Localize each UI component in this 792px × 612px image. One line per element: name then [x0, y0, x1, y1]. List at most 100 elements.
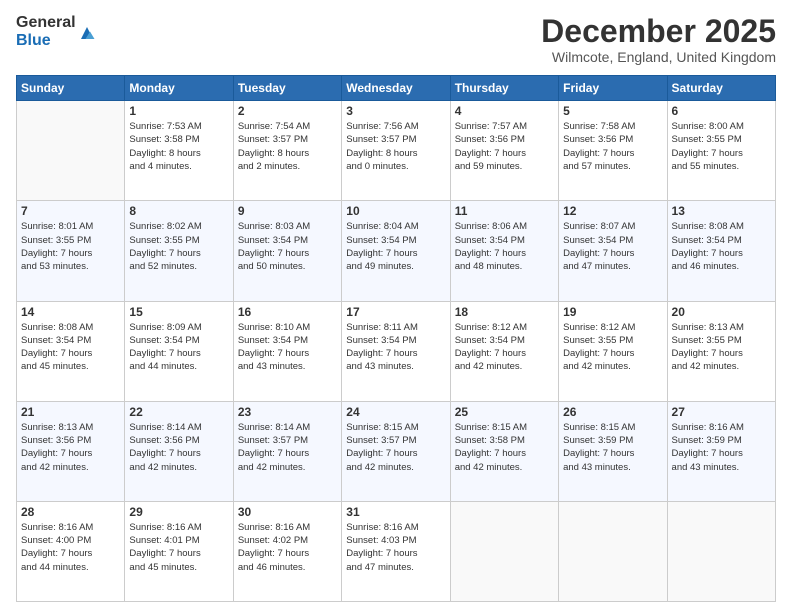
day-number: 27	[672, 405, 771, 419]
page: General Blue December 2025 Wilmcote, Eng…	[0, 0, 792, 612]
calendar-day-cell: 9 Sunrise: 8:03 AM Sunset: 3:54 PM Daylig…	[233, 201, 341, 301]
day-info: Sunrise: 7:58 AM Sunset: 3:56 PM Dayligh…	[563, 120, 662, 173]
calendar-week-row: 28 Sunrise: 8:16 AM Sunset: 4:00 PM Dayli…	[17, 501, 776, 601]
logo-general-text: General	[16, 14, 76, 32]
calendar-day-cell: 29 Sunrise: 8:16 AM Sunset: 4:01 PM Dayli…	[125, 501, 233, 601]
day-of-week-header: Wednesday	[342, 76, 450, 101]
calendar-day-cell	[559, 501, 667, 601]
day-info: Sunrise: 8:08 AM Sunset: 3:54 PM Dayligh…	[672, 220, 771, 273]
day-number: 24	[346, 405, 445, 419]
day-info: Sunrise: 8:16 AM Sunset: 4:00 PM Dayligh…	[21, 521, 120, 574]
calendar-day-cell: 8 Sunrise: 8:02 AM Sunset: 3:55 PM Daylig…	[125, 201, 233, 301]
day-info: Sunrise: 8:16 AM Sunset: 4:01 PM Dayligh…	[129, 521, 228, 574]
day-info: Sunrise: 7:54 AM Sunset: 3:57 PM Dayligh…	[238, 120, 337, 173]
calendar-day-cell: 23 Sunrise: 8:14 AM Sunset: 3:57 PM Dayli…	[233, 401, 341, 501]
calendar-day-cell: 10 Sunrise: 8:04 AM Sunset: 3:54 PM Dayli…	[342, 201, 450, 301]
calendar-week-row: 14 Sunrise: 8:08 AM Sunset: 3:54 PM Dayli…	[17, 301, 776, 401]
day-number: 23	[238, 405, 337, 419]
calendar-week-row: 7 Sunrise: 8:01 AM Sunset: 3:55 PM Daylig…	[17, 201, 776, 301]
day-info: Sunrise: 8:16 AM Sunset: 4:02 PM Dayligh…	[238, 521, 337, 574]
calendar-day-cell: 20 Sunrise: 8:13 AM Sunset: 3:55 PM Dayli…	[667, 301, 775, 401]
day-number: 9	[238, 204, 337, 218]
day-of-week-header: Monday	[125, 76, 233, 101]
calendar-table: SundayMondayTuesdayWednesdayThursdayFrid…	[16, 75, 776, 602]
day-info: Sunrise: 7:56 AM Sunset: 3:57 PM Dayligh…	[346, 120, 445, 173]
calendar-day-cell: 14 Sunrise: 8:08 AM Sunset: 3:54 PM Dayli…	[17, 301, 125, 401]
day-info: Sunrise: 8:15 AM Sunset: 3:57 PM Dayligh…	[346, 421, 445, 474]
day-number: 15	[129, 305, 228, 319]
day-info: Sunrise: 7:57 AM Sunset: 3:56 PM Dayligh…	[455, 120, 554, 173]
calendar-day-cell: 19Sunrise: 8:12 AM Sunset: 3:55 PM Dayli…	[559, 301, 667, 401]
day-info: Sunrise: 8:04 AM Sunset: 3:54 PM Dayligh…	[346, 220, 445, 273]
calendar-day-cell: 28 Sunrise: 8:16 AM Sunset: 4:00 PM Dayli…	[17, 501, 125, 601]
calendar-day-cell: 2 Sunrise: 7:54 AM Sunset: 3:57 PM Daylig…	[233, 101, 341, 201]
day-info: Sunrise: 8:03 AM Sunset: 3:54 PM Dayligh…	[238, 220, 337, 273]
day-info: Sunrise: 8:16 AM Sunset: 3:59 PM Dayligh…	[672, 421, 771, 474]
header-row: SundayMondayTuesdayWednesdayThursdayFrid…	[17, 76, 776, 101]
calendar-day-cell: 22 Sunrise: 8:14 AM Sunset: 3:56 PM Dayli…	[125, 401, 233, 501]
day-number: 18	[455, 305, 554, 319]
calendar-day-cell: 3Sunrise: 7:56 AM Sunset: 3:57 PM Daylig…	[342, 101, 450, 201]
day-info: Sunrise: 8:14 AM Sunset: 3:57 PM Dayligh…	[238, 421, 337, 474]
calendar-day-cell: 1 Sunrise: 7:53 AM Sunset: 3:58 PM Daylig…	[125, 101, 233, 201]
calendar-day-cell: 17 Sunrise: 8:11 AM Sunset: 3:54 PM Dayli…	[342, 301, 450, 401]
day-of-week-header: Saturday	[667, 76, 775, 101]
day-number: 2	[238, 104, 337, 118]
day-info: Sunrise: 8:15 AM Sunset: 3:58 PM Dayligh…	[455, 421, 554, 474]
day-number: 4	[455, 104, 554, 118]
day-info: Sunrise: 8:16 AM Sunset: 4:03 PM Dayligh…	[346, 521, 445, 574]
day-number: 11	[455, 204, 554, 218]
day-info: Sunrise: 8:13 AM Sunset: 3:55 PM Dayligh…	[672, 321, 771, 374]
day-number: 8	[129, 204, 228, 218]
calendar-day-cell: 31Sunrise: 8:16 AM Sunset: 4:03 PM Dayli…	[342, 501, 450, 601]
day-info: Sunrise: 8:12 AM Sunset: 3:55 PM Dayligh…	[563, 321, 662, 374]
day-info: Sunrise: 8:13 AM Sunset: 3:56 PM Dayligh…	[21, 421, 120, 474]
day-number: 30	[238, 505, 337, 519]
calendar-day-cell: 6Sunrise: 8:00 AM Sunset: 3:55 PM Daylig…	[667, 101, 775, 201]
calendar-day-cell: 11 Sunrise: 8:06 AM Sunset: 3:54 PM Dayli…	[450, 201, 558, 301]
day-number: 7	[21, 204, 120, 218]
day-info: Sunrise: 8:11 AM Sunset: 3:54 PM Dayligh…	[346, 321, 445, 374]
day-info: Sunrise: 7:53 AM Sunset: 3:58 PM Dayligh…	[129, 120, 228, 173]
day-info: Sunrise: 8:09 AM Sunset: 3:54 PM Dayligh…	[129, 321, 228, 374]
calendar-day-cell: 15 Sunrise: 8:09 AM Sunset: 3:54 PM Dayli…	[125, 301, 233, 401]
calendar-day-cell: 12Sunrise: 8:07 AM Sunset: 3:54 PM Dayli…	[559, 201, 667, 301]
calendar-day-cell: 4 Sunrise: 7:57 AM Sunset: 3:56 PM Daylig…	[450, 101, 558, 201]
header: General Blue December 2025 Wilmcote, Eng…	[16, 14, 776, 65]
day-number: 14	[21, 305, 120, 319]
day-number: 26	[563, 405, 662, 419]
calendar-day-cell: 5 Sunrise: 7:58 AM Sunset: 3:56 PM Daylig…	[559, 101, 667, 201]
calendar-day-cell: 25Sunrise: 8:15 AM Sunset: 3:58 PM Dayli…	[450, 401, 558, 501]
location: Wilmcote, England, United Kingdom	[541, 49, 776, 65]
day-number: 22	[129, 405, 228, 419]
day-number: 21	[21, 405, 120, 419]
calendar-day-cell: 21 Sunrise: 8:13 AM Sunset: 3:56 PM Dayli…	[17, 401, 125, 501]
day-info: Sunrise: 8:14 AM Sunset: 3:56 PM Dayligh…	[129, 421, 228, 474]
month-title: December 2025	[541, 14, 776, 49]
day-number: 17	[346, 305, 445, 319]
day-number: 10	[346, 204, 445, 218]
calendar-day-cell: 27 Sunrise: 8:16 AM Sunset: 3:59 PM Dayli…	[667, 401, 775, 501]
day-number: 29	[129, 505, 228, 519]
day-info: Sunrise: 8:02 AM Sunset: 3:55 PM Dayligh…	[129, 220, 228, 273]
calendar-day-cell: 24 Sunrise: 8:15 AM Sunset: 3:57 PM Dayli…	[342, 401, 450, 501]
day-of-week-header: Friday	[559, 76, 667, 101]
day-number: 28	[21, 505, 120, 519]
calendar-day-cell: 7 Sunrise: 8:01 AM Sunset: 3:55 PM Daylig…	[17, 201, 125, 301]
day-info: Sunrise: 8:08 AM Sunset: 3:54 PM Dayligh…	[21, 321, 120, 374]
day-info: Sunrise: 8:06 AM Sunset: 3:54 PM Dayligh…	[455, 220, 554, 273]
calendar-day-cell	[17, 101, 125, 201]
calendar-week-row: 21 Sunrise: 8:13 AM Sunset: 3:56 PM Dayli…	[17, 401, 776, 501]
day-number: 20	[672, 305, 771, 319]
day-number: 13	[672, 204, 771, 218]
logo: General Blue	[16, 14, 96, 49]
day-info: Sunrise: 8:01 AM Sunset: 3:55 PM Dayligh…	[21, 220, 120, 273]
day-number: 5	[563, 104, 662, 118]
header-right: December 2025 Wilmcote, England, United …	[541, 14, 776, 65]
day-number: 12	[563, 204, 662, 218]
day-number: 1	[129, 104, 228, 118]
day-info: Sunrise: 8:12 AM Sunset: 3:54 PM Dayligh…	[455, 321, 554, 374]
day-info: Sunrise: 8:10 AM Sunset: 3:54 PM Dayligh…	[238, 321, 337, 374]
calendar-day-cell	[450, 501, 558, 601]
calendar-day-cell: 13 Sunrise: 8:08 AM Sunset: 3:54 PM Dayli…	[667, 201, 775, 301]
